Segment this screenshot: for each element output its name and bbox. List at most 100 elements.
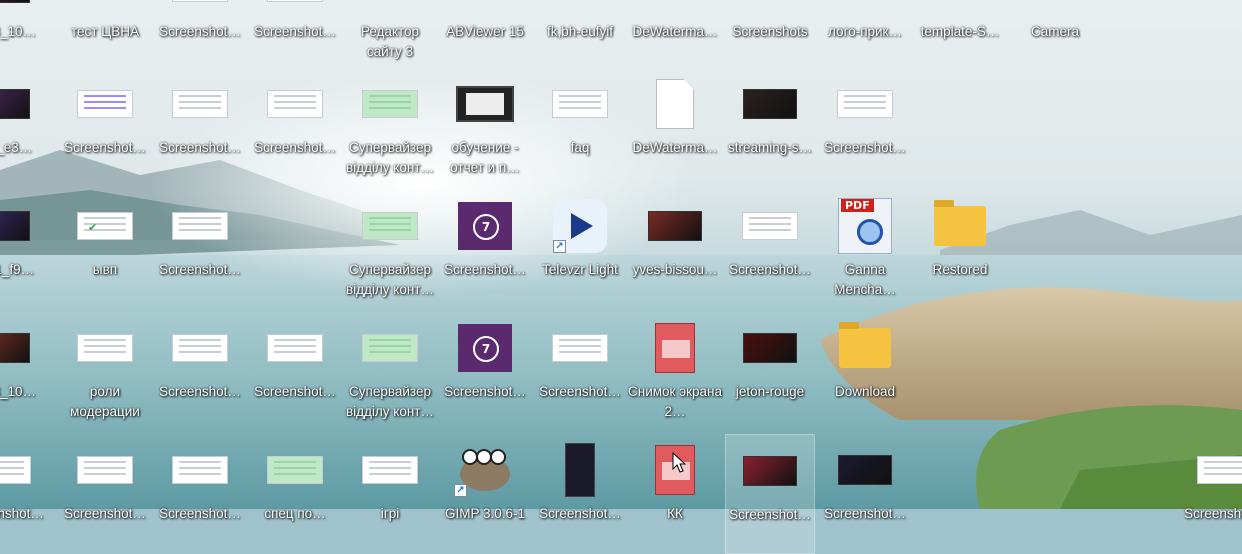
desktop-icon-label: Screenshot…	[254, 140, 336, 155]
desktop-icon[interactable]: DeWaterma…	[630, 68, 720, 188]
desktop-icon[interactable]: Снимок экрана 2…	[628, 312, 722, 432]
desktop-icon[interactable]: Screenshot…	[725, 190, 815, 310]
shortcut-arrow-icon: ↗	[454, 484, 467, 497]
folder-icon	[934, 200, 986, 246]
logo-badge-icon: 7	[473, 214, 499, 240]
desktop-icon-label: _393_10…	[0, 384, 37, 399]
desktop-icon[interactable]: _393_10…	[0, 312, 48, 432]
icon-thumbnail	[640, 0, 710, 20]
text-line	[274, 339, 316, 341]
desktop-icon[interactable]: Screenshot…	[155, 0, 245, 72]
gimp-mascot-icon: ↗	[454, 443, 516, 497]
desktop-icon[interactable]: ✔ ывп	[60, 190, 150, 310]
desktop-icon[interactable]: 7 Screenshot…	[440, 190, 530, 310]
text-line	[84, 101, 126, 103]
desktop-icon[interactable]: PDF Ganna Mencha…	[820, 190, 910, 310]
text-line	[749, 223, 791, 225]
desktop-icon[interactable]: Screenshot…	[820, 68, 910, 188]
desktop-icon[interactable]: ↗ Televzr Light	[535, 190, 625, 310]
text-line	[1204, 467, 1242, 469]
desktop-icon-label: Screenshot…	[539, 506, 621, 521]
desktop-icon[interactable]: тест ЦВНА	[60, 0, 150, 72]
desktop-icon-label: faq	[570, 140, 590, 155]
desktop-icon[interactable]: ігрі	[345, 434, 435, 554]
desktop-icon[interactable]: DeWaterma…	[630, 0, 720, 72]
text-line	[844, 95, 886, 97]
desktop-icon[interactable]: yves-bissou…	[630, 190, 720, 310]
desktop-icon[interactable]: Screenshot…	[60, 68, 150, 188]
desktop-icon[interactable]: Screenshot…	[155, 190, 245, 310]
desktop-icon[interactable]: Супервайзер відділу конт…	[345, 68, 435, 188]
icon-thumbnail	[830, 72, 900, 136]
icon-thumbnail	[0, 72, 38, 136]
desktop-icon[interactable]: Screenshot…	[535, 312, 625, 432]
desktop-icon[interactable]: jeton-rouge	[725, 312, 815, 432]
text-line	[274, 351, 316, 353]
desktop-icon[interactable]: 7 Screenshot…	[440, 312, 530, 432]
text-line	[369, 351, 411, 353]
desktop-icon[interactable]: Screenshot…	[155, 312, 245, 432]
desktop-icon[interactable]: _393_10…	[0, 0, 48, 72]
desktop-icon[interactable]: fk,bh-eufyif	[535, 0, 625, 72]
desktop-icon[interactable]: Screenshot…	[155, 434, 245, 554]
desktop-icon[interactable]: _201_f9…	[0, 190, 48, 310]
text-line	[84, 467, 126, 469]
desktop-icon[interactable]: Restored	[915, 190, 1005, 310]
desktop-icon[interactable]: Screenshot…	[250, 312, 340, 432]
text-line	[179, 339, 221, 341]
text-line	[559, 101, 601, 103]
text-line	[84, 351, 126, 353]
text-line	[179, 101, 221, 103]
desktop-icon-label: Screenshot…	[64, 506, 146, 521]
desktop-icon[interactable]: обучение - отчет и п…	[440, 68, 530, 188]
text-line	[274, 95, 316, 97]
desktop-icon-label: DeWaterma…	[632, 24, 718, 39]
icon-thumbnail	[355, 194, 425, 258]
desktop-icon[interactable]: Screenshot…	[820, 434, 910, 554]
desktop-icon[interactable]: Screenshot…	[60, 434, 150, 554]
desktop-icon[interactable]: Супервайзер відділу конт…	[345, 312, 435, 432]
desktop-icon[interactable]: Screenshot…	[0, 434, 48, 554]
text-line	[84, 345, 126, 347]
desktop-icon[interactable]: template-S…	[915, 0, 1005, 72]
icon-thumbnail	[165, 72, 235, 136]
desktop-icon[interactable]: ABViewer 15	[440, 0, 530, 72]
desktop-icon[interactable]: streaming-s…	[725, 68, 815, 188]
desktop-icon-label: Screenshots	[732, 24, 808, 39]
photo-thumbnail	[838, 455, 892, 485]
photo-thumbnail	[0, 211, 30, 241]
text-line	[1204, 473, 1242, 475]
icon-thumbnail	[0, 316, 38, 380]
icon-thumbnail	[0, 194, 38, 258]
desktop-icon[interactable]: Screenshot…	[250, 0, 340, 72]
desktop-icon[interactable]: Screenshots	[725, 0, 815, 72]
icon-thumbnail	[925, 0, 995, 20]
document-body	[662, 340, 690, 358]
icon-thumbnail	[165, 438, 235, 502]
desktop-icon[interactable]: ↗ GIMP 3.0.6-1	[440, 434, 530, 554]
desktop-icon[interactable]: Супервайзер відділу конт…	[345, 190, 435, 310]
desktop-icon[interactable]: Camera	[1010, 0, 1100, 72]
desktop-icon[interactable]: лого-прик…	[820, 0, 910, 72]
icon-thumbnail	[545, 316, 615, 380]
desktop-icon-label: Restored	[932, 262, 988, 277]
text-line	[559, 107, 601, 109]
desktop-icon[interactable]: Screenshot…	[725, 434, 815, 554]
icon-thumbnail	[545, 72, 615, 136]
video-thumbnail	[456, 86, 514, 122]
screenshot-thumbnail	[362, 456, 418, 484]
icon-thumbnail	[640, 194, 710, 258]
icon-thumbnail	[165, 0, 235, 20]
desktop-icon[interactable]: Screenshot…	[250, 68, 340, 188]
text-line	[274, 467, 316, 469]
desktop-icon[interactable]: роли модерации	[60, 312, 150, 432]
desktop-icon[interactable]: faq	[535, 68, 625, 188]
desktop-icon[interactable]: _16_e3…	[0, 68, 48, 188]
desktop-icon[interactable]: Редактор сайту 3	[345, 0, 435, 72]
desktop-icon[interactable]: Screenshot…	[155, 68, 245, 188]
desktop-icon[interactable]: Screenshot…	[1180, 434, 1242, 554]
text-line	[369, 223, 411, 225]
desktop-icon[interactable]: спец по…	[250, 434, 340, 554]
desktop-icon[interactable]: Screenshot…	[535, 434, 625, 554]
desktop-icon[interactable]: Download	[820, 312, 910, 432]
